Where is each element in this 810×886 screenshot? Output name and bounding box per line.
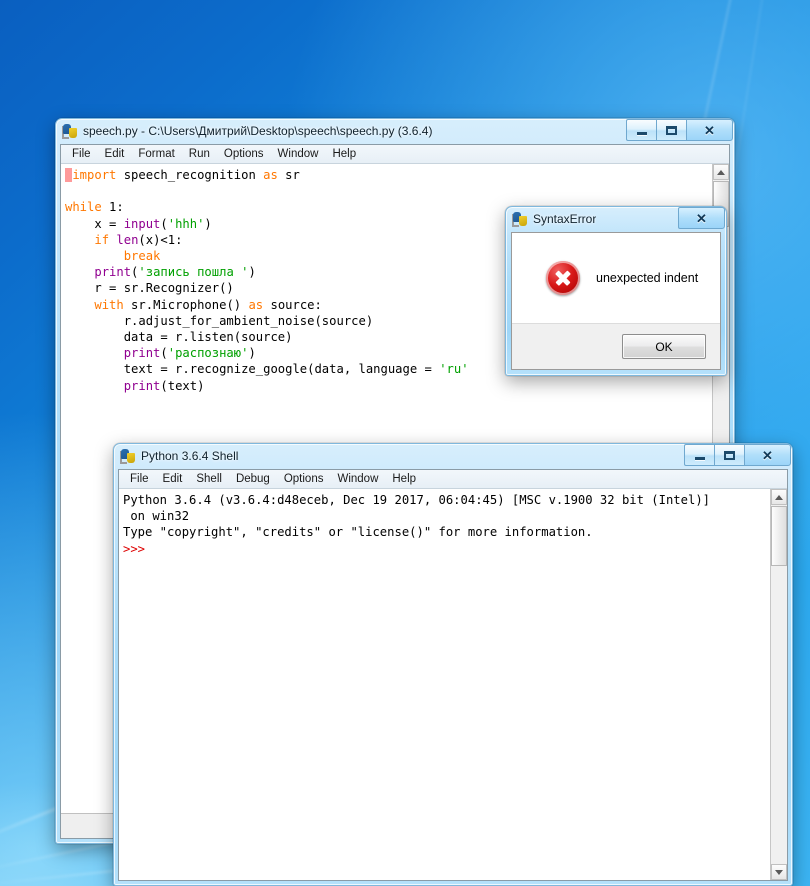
code-token: as [263,168,278,182]
code-token: 'распознаю' [167,346,249,361]
dialog-message-text: unexpected indent [596,271,699,285]
code-token: sr.Microphone() [123,297,249,312]
code-token: x = [65,216,124,231]
editor-title-text: speech.py - C:\Users\Дмитрий\Desktop\spe… [83,124,433,138]
shell-client-area: File Edit Shell Debug Options Window Help Pyth… [118,469,788,881]
minimize-button[interactable] [626,119,656,141]
shell-menu-debug[interactable]: Debug [229,472,277,486]
close-button[interactable]: ✕ [744,444,791,466]
shell-menu-bar[interactable]: File Edit Shell Debug Options Window Help [119,470,787,489]
python-idle-icon [120,448,136,464]
code-token: >>> [123,541,153,556]
scroll-up-button[interactable] [771,489,787,505]
dialog-footer: OK [512,323,720,369]
code-line: import speech_recognition as sr [65,167,712,183]
code-token: ( [160,216,168,231]
shell-menu-help[interactable]: Help [385,472,423,486]
editor-menu-options[interactable]: Options [217,147,271,161]
scroll-down-button[interactable] [771,864,787,880]
shell-line: >>> [123,541,770,557]
shell-line: Python 3.6.4 (v3.6.4:d48eceb, Dec 19 201… [123,492,770,508]
shell-window-controls[interactable]: ✕ [684,444,791,466]
editor-window-controls[interactable]: ✕ [626,119,733,141]
editor-menu-file[interactable]: File [65,147,98,161]
error-cross-icon [546,261,580,295]
code-line: print(text) [65,378,712,394]
maximize-button[interactable] [714,444,744,466]
code-token: print [123,378,161,393]
code-token: Python 3.6.4 (v3.6.4:d48eceb, Dec 19 201… [123,493,710,507]
editor-menu-run[interactable]: Run [182,147,217,161]
shell-menu-options[interactable]: Options [277,472,331,486]
dialog-title-text: SyntaxError [533,211,597,226]
code-token: data = r.listen(source) [65,330,293,345]
maximize-button[interactable] [656,119,686,141]
editor-menu-help[interactable]: Help [325,147,363,161]
dialog-message-row: unexpected indent [512,233,720,323]
shell-menu-shell[interactable]: Shell [189,472,229,486]
code-token: Type "copyright", "credits" or "license(… [123,525,593,540]
code-token: len [116,232,139,247]
code-token: break [123,249,161,264]
code-token: if [94,232,110,247]
code-token: (text) [160,378,205,393]
syntax-error-dialog[interactable]: SyntaxError ✕ unexpected indent OK [505,206,727,376]
python-idle-icon [512,211,528,227]
code-token: ) [248,265,256,280]
code-token: print [123,346,161,361]
code-token: r = sr.Recognizer() [65,281,234,296]
code-token: ) [248,346,256,361]
scroll-up-button[interactable] [713,164,729,180]
code-token: ( [160,346,168,361]
editor-menu-window[interactable]: Window [271,147,326,161]
editor-menu-edit[interactable]: Edit [98,147,132,161]
code-token: print [94,265,132,280]
code-token: text = r.recognize_google(data, language… [65,362,440,377]
close-button[interactable]: ✕ [686,119,733,141]
shell-line: Type "copyright", "credits" or "license(… [123,524,770,540]
code-token: 'запись пошла ' [138,265,249,280]
code-token: sr [277,168,300,182]
code-token: input [123,216,161,231]
minimize-button[interactable] [684,444,714,466]
code-token: speech_recognition [116,168,264,182]
code-token: 'hhh' [167,216,205,231]
code-token: import [72,168,117,182]
code-token: with [94,297,124,312]
code-token: while [65,200,102,215]
shell-menu-edit[interactable]: Edit [156,472,190,486]
dialog-close-button[interactable]: ✕ [678,207,725,229]
shell-line: on win32 [123,508,770,524]
editor-menu-bar[interactable]: File Edit Format Run Options Window Help [61,145,729,164]
shell-title-text: Python 3.6.4 Shell [141,449,239,463]
code-token: as [248,297,264,312]
dialog-body: unexpected indent OK [511,232,721,370]
code-token: r.adjust_for_ambient_noise(source) [65,313,374,328]
shell-menu-file[interactable]: File [123,472,156,486]
shell-menu-window[interactable]: Window [330,472,385,486]
shell-output-area[interactable]: Python 3.6.4 (v3.6.4:d48eceb, Dec 19 201… [119,489,770,880]
ok-button[interactable]: OK [622,334,706,359]
code-token: 1: [101,200,124,215]
scrollbar-thumb[interactable] [771,506,787,566]
dialog-window-controls[interactable]: ✕ [678,207,725,229]
python-idle-icon [62,123,78,139]
code-token: on win32 [123,509,190,524]
code-token: source: [263,297,322,312]
code-token: ) [204,216,212,231]
code-token: 'ru' [439,362,469,377]
editor-menu-format[interactable]: Format [131,147,181,161]
code-token: (x)<1: [138,232,183,247]
shell-scrollbar-vertical[interactable] [770,489,787,880]
python-shell-window[interactable]: Python 3.6.4 Shell ✕ File Edit Shell Debug O… [113,443,793,886]
